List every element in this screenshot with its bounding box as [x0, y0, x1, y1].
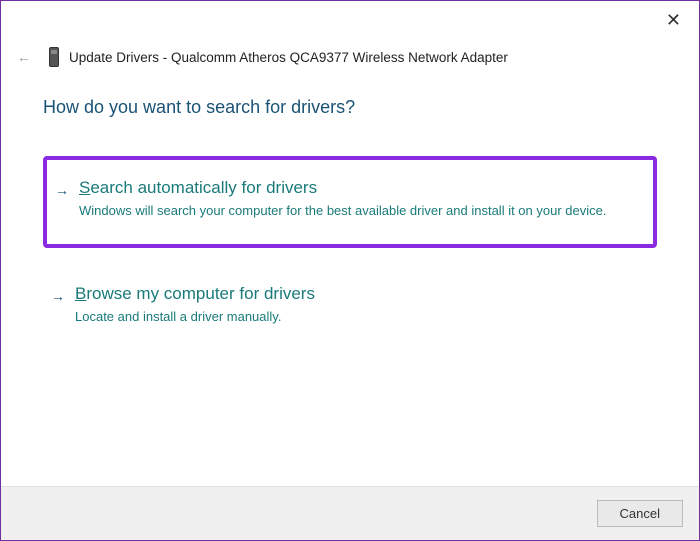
page-heading: How do you want to search for drivers? [43, 97, 657, 118]
device-icon [49, 47, 59, 67]
back-arrow-icon[interactable]: ← [17, 49, 31, 65]
option-body: Search automatically for drivers Windows… [79, 178, 637, 220]
option-browse-computer[interactable]: → Browse my computer for drivers Locate … [43, 268, 657, 344]
arrow-right-icon: → [51, 288, 65, 304]
footer-bar: Cancel [1, 486, 699, 540]
arrow-right-icon: → [55, 182, 69, 198]
option-title: Search automatically for drivers [79, 178, 637, 198]
option-body: Browse my computer for drivers Locate an… [75, 284, 641, 326]
window-title: Update Drivers - Qualcomm Atheros QCA937… [69, 50, 508, 65]
option-description: Windows will search your computer for th… [79, 202, 637, 220]
cancel-button[interactable]: Cancel [597, 500, 683, 527]
content-area: How do you want to search for drivers? →… [1, 77, 699, 362]
option-title: Browse my computer for drivers [75, 284, 641, 304]
close-button[interactable]: ✕ [666, 11, 681, 29]
option-description: Locate and install a driver manually. [75, 308, 641, 326]
window-header: ← Update Drivers - Qualcomm Atheros QCA9… [1, 1, 699, 77]
option-search-automatically[interactable]: → Search automatically for drivers Windo… [43, 156, 657, 248]
